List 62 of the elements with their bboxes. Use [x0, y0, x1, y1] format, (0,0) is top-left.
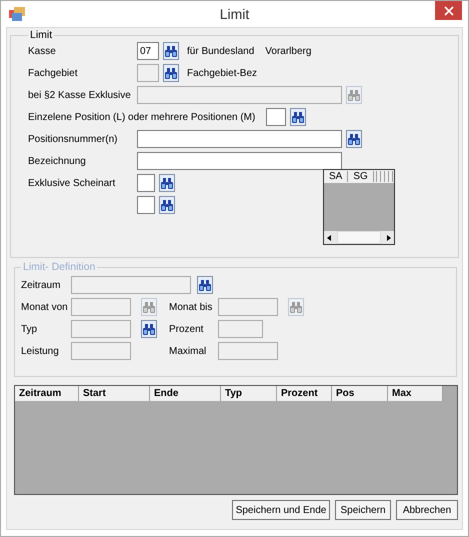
- field-label: Zeitraum: [21, 280, 62, 290]
- binoculars-icon: [348, 134, 360, 144]
- scroll-left-icon[interactable]: [327, 234, 331, 240]
- field-label: Prozent: [169, 324, 204, 334]
- action-button[interactable]: Speichern: [335, 500, 391, 520]
- description-text: Fachgebiet-Bez: [187, 68, 258, 78]
- input-field[interactable]: 07: [137, 42, 159, 60]
- scroll-right-icon[interactable]: [387, 234, 391, 240]
- field-label: Maximal: [169, 346, 208, 356]
- action-button[interactable]: Abbrechen: [396, 500, 458, 520]
- binoculars-icon: [292, 112, 304, 122]
- field-label: Typ: [21, 324, 38, 334]
- column-header[interactable]: Max: [388, 386, 443, 401]
- binoculars-icon: [165, 46, 177, 56]
- binoculars-icon: [143, 302, 155, 312]
- horizontal-scrollbar[interactable]: [324, 231, 394, 244]
- input-field[interactable]: [137, 152, 342, 170]
- column-header[interactable]: SA: [324, 171, 348, 182]
- data-grid[interactable]: SA SG: [323, 169, 395, 245]
- column-header[interactable]: Zeitraum: [15, 386, 79, 401]
- binoculars-icon: [199, 280, 211, 290]
- input-field[interactable]: [137, 174, 155, 192]
- window-title: Limit: [218, 6, 250, 22]
- input-field[interactable]: [266, 108, 286, 126]
- field-label: Positionsnummer(n): [28, 134, 118, 144]
- field-label: Monat bis: [169, 302, 214, 312]
- binoculars-icon: [165, 68, 177, 78]
- field-label: Exklusive Scheinart: [28, 178, 116, 188]
- column-header[interactable]: SG: [348, 171, 374, 182]
- search-button[interactable]: [290, 108, 306, 126]
- binoculars-icon: [290, 302, 302, 312]
- binoculars-icon: [143, 324, 155, 334]
- field-label: Fachgebiet: [28, 68, 78, 78]
- column-header[interactable]: Pos: [332, 386, 388, 401]
- close-button[interactable]: [435, 1, 462, 20]
- input-field[interactable]: [137, 130, 342, 148]
- column-header[interactable]: Prozent: [277, 386, 332, 401]
- app-icon: [9, 6, 25, 20]
- input-field[interactable]: [137, 196, 155, 214]
- search-button[interactable]: [159, 196, 175, 214]
- data-table[interactable]: Zeitraum Start Ende Typ Prozent Pos Max: [14, 385, 458, 495]
- search-button[interactable]: [159, 174, 175, 192]
- group-caption: Limit: [29, 29, 54, 41]
- action-button[interactable]: Speichern und Ende: [232, 500, 330, 520]
- field-label: Leistung: [21, 346, 60, 356]
- field-label: für Bundesland: [187, 46, 254, 56]
- binoculars-icon: [161, 200, 173, 210]
- field-label: Kasse: [28, 46, 57, 56]
- field-label: bei §2 Kasse Exklusive: [28, 90, 132, 100]
- column-header[interactable]: Start: [79, 386, 150, 401]
- column-header[interactable]: Typ: [221, 386, 277, 401]
- state-name: Vorarlberg: [265, 46, 312, 56]
- search-button[interactable]: [346, 130, 362, 148]
- field-label: Monat von: [21, 302, 69, 312]
- search-button[interactable]: [163, 42, 179, 60]
- group-caption: Limit- Definition: [22, 261, 96, 273]
- close-icon: [444, 6, 454, 16]
- field-label: Bezeichnung: [28, 156, 87, 166]
- binoculars-icon: [348, 90, 360, 100]
- field-label: Einzelene Position (L) oder mehrere Positionen (M): [28, 112, 256, 122]
- column-header[interactable]: Ende: [150, 386, 221, 401]
- binoculars-icon: [161, 178, 173, 188]
